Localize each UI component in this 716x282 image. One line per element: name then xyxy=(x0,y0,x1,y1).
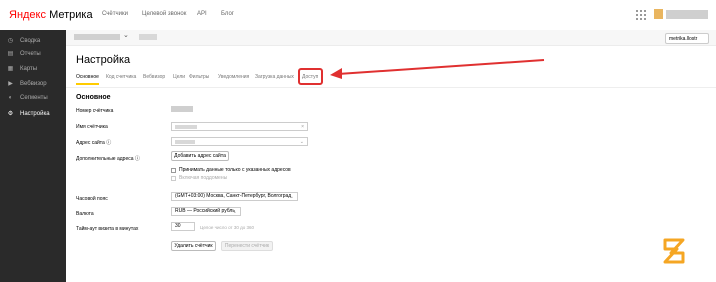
checkbox xyxy=(171,175,176,181)
transfer-counter-button: Перенести счётчик xyxy=(221,241,273,251)
sidebar: ◷ Сводка ▤ Отчеты ▦ Карты ▶ Вебвизор ◐ С… xyxy=(0,30,66,282)
visit-timeout-label: Тайм-аут визита в минутах xyxy=(76,226,139,232)
add-site-address-button[interactable]: Добавить адрес сайта xyxy=(171,151,229,161)
tab-notifications[interactable]: Уведомления xyxy=(218,74,249,80)
chevron-down-icon[interactable]: ⌄ xyxy=(300,139,304,145)
include-subdomains-checkbox: Включая поддомены xyxy=(171,175,227,181)
chevron-down-icon: ⌄ xyxy=(232,209,237,215)
counter-name-label: Имя счётчика xyxy=(76,124,108,130)
sidebar-item-segments[interactable]: ◐ Сегменты xyxy=(7,95,48,101)
tab-goals[interactable]: Цели xyxy=(173,74,185,80)
counter-id-redacted xyxy=(139,34,157,40)
counter-name-redacted xyxy=(175,125,197,129)
sidebar-item-summary[interactable]: ◷ Сводка xyxy=(7,37,40,45)
counter-number-redacted xyxy=(171,106,193,112)
timezone-select[interactable]: (GMT+03:00) Москва, Санкт-Петербург, Вол… xyxy=(171,192,298,201)
counter-number-label: Номер счётчика xyxy=(76,108,114,114)
tab-webvisor[interactable]: Вебвизор xyxy=(143,74,165,80)
site-address-label: Адрес сайта ⓘ xyxy=(76,140,112,146)
only-listed-addresses-checkbox[interactable]: Принимать данные только с указанных адре… xyxy=(171,167,291,173)
tab-main[interactable]: Основное xyxy=(76,74,99,80)
tabs-divider xyxy=(66,87,716,88)
maps-icon: ▦ xyxy=(7,66,14,72)
sidebar-item-reports[interactable]: ▤ Отчеты xyxy=(7,50,41,58)
annotation-arrow xyxy=(330,59,545,79)
sidebar-item-settings[interactable]: ⚙ Настройка xyxy=(7,110,50,118)
breadcrumb: ⌄ xyxy=(66,30,716,46)
delete-counter-button[interactable]: Удалить счётчик xyxy=(171,241,216,251)
gear-icon: ⚙ xyxy=(7,111,14,117)
yandex-metrika-logo[interactable]: Яндекс Метрика xyxy=(9,9,93,21)
site-address-redacted xyxy=(175,140,195,144)
nav-link-call-tracking[interactable]: Целевой звонок xyxy=(142,11,186,17)
additional-addresses-label: Дополнительные адреса ⓘ xyxy=(76,156,140,162)
clock-icon: ◷ xyxy=(7,38,14,44)
info-icon[interactable]: ⓘ xyxy=(106,140,111,146)
watermark-logo xyxy=(663,238,685,264)
chevron-down-icon: ⌄ xyxy=(289,194,294,200)
currency-select[interactable]: RUB — Российский рубль ⌄ xyxy=(171,207,241,216)
user-account-button[interactable]: metrika.llostr xyxy=(665,33,709,44)
info-icon[interactable]: ⓘ xyxy=(135,156,140,162)
active-tab-indicator xyxy=(76,83,99,85)
tab-filters[interactable]: Фильтры xyxy=(189,74,209,80)
site-address-input[interactable]: ⌄ xyxy=(171,137,308,146)
tab-data-upload[interactable]: Загрузка данных xyxy=(255,74,294,80)
sidebar-item-webvisor[interactable]: ▶ Вебвизор xyxy=(7,80,46,88)
section-title: Основное xyxy=(76,94,111,101)
clear-icon[interactable]: × xyxy=(301,124,304,130)
nav-link-counters[interactable]: Счётчики xyxy=(102,11,128,17)
avatar[interactable] xyxy=(654,9,663,19)
checkbox[interactable] xyxy=(171,167,176,173)
reports-icon: ▤ xyxy=(7,51,14,57)
visit-timeout-input[interactable]: 30 xyxy=(171,222,195,231)
chevron-down-icon[interactable]: ⌄ xyxy=(123,31,129,39)
currency-label: Валюта xyxy=(76,211,94,217)
counter-name-input[interactable]: × xyxy=(171,122,308,131)
account-name-redacted xyxy=(666,10,708,19)
top-bar: Яндекс Метрика Счётчики Целевой звонок A… xyxy=(0,0,716,31)
nav-link-blog[interactable]: Блог xyxy=(221,11,234,17)
visit-timeout-hint: Целое число от 30 до 360 xyxy=(200,225,255,230)
page-title: Настройка xyxy=(76,54,131,66)
tab-counter-code[interactable]: Код счетчика xyxy=(106,74,136,80)
access-tab-highlight-box xyxy=(298,68,323,85)
segments-icon: ◐ xyxy=(8,95,13,101)
timezone-label: Часовой пояс xyxy=(76,196,108,202)
nav-link-api[interactable]: API xyxy=(197,11,207,17)
sidebar-item-maps[interactable]: ▦ Карты xyxy=(7,65,37,73)
services-grid-icon[interactable] xyxy=(636,10,646,20)
play-icon: ▶ xyxy=(8,81,13,87)
counter-selector-redacted[interactable] xyxy=(74,34,120,40)
